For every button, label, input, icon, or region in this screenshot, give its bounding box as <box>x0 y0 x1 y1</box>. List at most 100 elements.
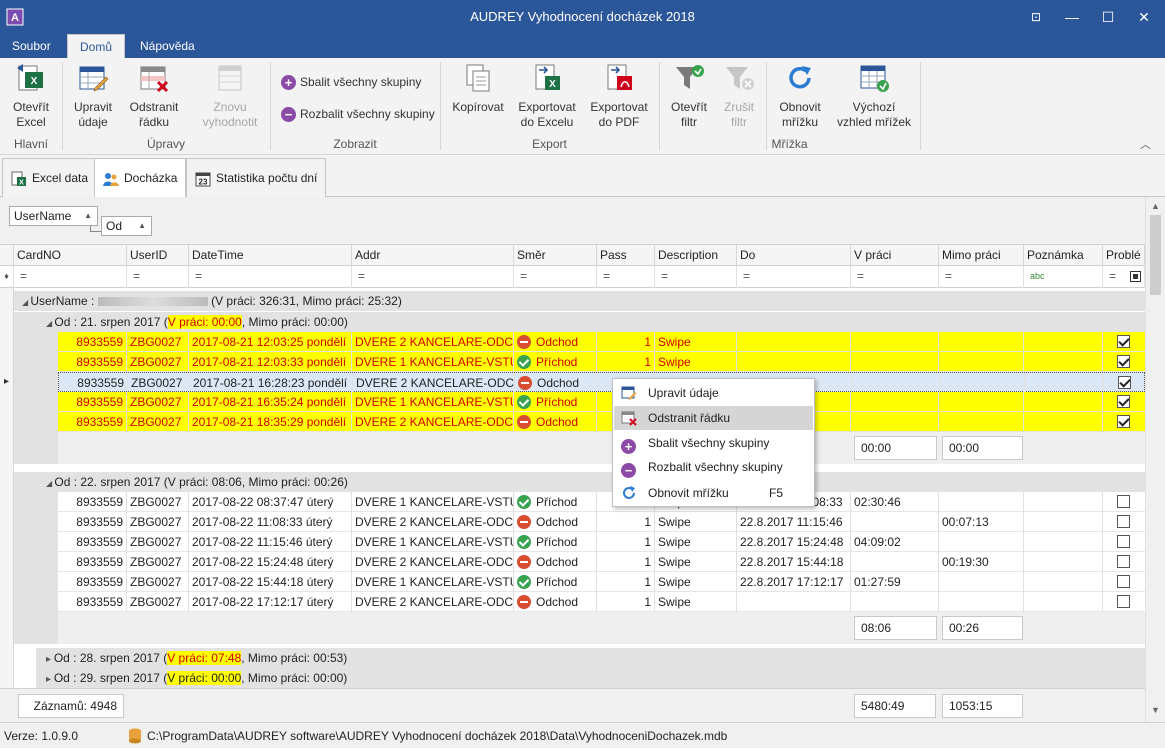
problem-checkbox[interactable] <box>1117 415 1130 428</box>
scroll-down-icon[interactable]: ▼ <box>1151 705 1160 715</box>
problem-checkbox[interactable] <box>1117 355 1130 368</box>
collapse-ribbon-button[interactable]: ︿ <box>1140 136 1151 152</box>
table-row[interactable]: 8933559 ZBG0027 2017-08-21 16:28:23 ponděl… <box>58 372 1145 393</box>
group-row-user[interactable]: ◢ UserName : (V práci: 326:31, Mimo prác… <box>14 291 1145 311</box>
group-row-day[interactable]: ◢ Od : 21. srpen 2017 (V práci: 00:00, M… <box>36 312 1145 332</box>
filter-cell[interactable]: = <box>1103 266 1145 288</box>
group-by-username[interactable]: UserName ▲ <box>9 206 98 226</box>
scroll-up-icon[interactable]: ▲ <box>1151 201 1160 211</box>
tab-statistika[interactable]: 23 Statistika počtu dní <box>186 158 327 197</box>
cell-dt: 2017-08-21 12:03:33 pondělí <box>189 352 352 372</box>
filter-cell[interactable]: = <box>939 266 1024 288</box>
ctx-expand-all[interactable]: − Rozbalit všechny skupiny <box>614 455 813 479</box>
problem-checkbox[interactable] <box>1117 595 1130 608</box>
problem-checkbox[interactable] <box>1118 376 1131 389</box>
expand-all-button[interactable]: − Rozbalit všechny skupiny <box>281 103 435 125</box>
tab-excel-data[interactable]: X Excel data <box>2 158 98 197</box>
cell-uid: ZBG0027 <box>127 392 189 412</box>
problem-checkbox[interactable] <box>1117 575 1130 588</box>
filter-cell[interactable]: = <box>352 266 514 288</box>
collapsed-arrow-icon[interactable]: ▸ <box>46 654 54 665</box>
column-header-cell[interactable]: DateTime <box>189 245 352 266</box>
table-row[interactable]: 8933559 ZBG0027 2017-08-22 15:44:18 úterý D… <box>58 572 1145 592</box>
total-mimo-praci: 1053:15 <box>942 694 1023 718</box>
filter-cell[interactable]: = <box>189 266 352 288</box>
version-label: Verze: 1.0.9.0 <box>4 729 79 743</box>
cell-addr: DVERE 2 KANCELARE-ODC... <box>352 512 514 532</box>
menu-bar: Soubor Domů Nápověda <box>0 34 1165 58</box>
problem-checkbox[interactable] <box>1117 335 1130 348</box>
table-row[interactable]: 8933559 ZBG0027 2017-08-22 11:08:33 úterý D… <box>58 512 1145 532</box>
filter-cell[interactable]: = <box>655 266 737 288</box>
column-header-cell[interactable]: Problé <box>1103 245 1145 266</box>
ctx-refresh-grid[interactable]: Obnovit mřížku F5 <box>614 481 813 505</box>
menu-soubor[interactable]: Soubor <box>2 34 61 58</box>
default-layout-button[interactable]: Výchozí vzhled mřížek <box>834 62 914 130</box>
table-row[interactable]: 8933559 ZBG0027 2017-08-22 15:24:48 úterý D… <box>58 552 1145 572</box>
filter-cell[interactable]: = <box>14 266 127 288</box>
close-button[interactable]: ✕ <box>1126 0 1162 34</box>
table-row[interactable]: 8933559 ZBG0027 2017-08-21 18:35:29 ponděl… <box>58 412 1145 432</box>
edit-data-button[interactable]: Upravit údaje <box>68 62 118 130</box>
tab-dochazka[interactable]: Docházka <box>94 158 187 198</box>
column-header-cell[interactable]: Do <box>737 245 851 266</box>
filter-cell[interactable]: = <box>127 266 189 288</box>
ctx-delete-row[interactable]: Odstranit řádku <box>614 406 813 430</box>
table-row[interactable]: 8933559 ZBG0027 2017-08-22 17:12:17 úterý D… <box>58 592 1145 612</box>
column-header-cell[interactable]: Mimo práci <box>939 245 1024 266</box>
group-row-day-collapsed[interactable]: ▸ Od : 28. srpen 2017 (V práci: 07:48, M… <box>36 648 1145 668</box>
collapse-all-button[interactable]: + Sbalit všechny skupiny <box>281 71 421 93</box>
scroll-thumb[interactable] <box>1150 215 1161 295</box>
column-header-cell[interactable]: CardNO <box>14 245 127 266</box>
filter-cell[interactable]: = <box>597 266 655 288</box>
column-header-cell[interactable]: Description <box>655 245 737 266</box>
work-time-highlight: V práci: 07:48 <box>167 651 242 665</box>
table-row[interactable]: 8933559 ZBG0027 2017-08-21 12:03:33 ponděl… <box>58 352 1145 372</box>
vertical-scrollbar[interactable]: ▲ ▼ <box>1145 197 1165 722</box>
collapsed-arrow-icon[interactable]: ▸ <box>46 674 54 685</box>
column-header-cell[interactable]: Addr <box>352 245 514 266</box>
column-header-cell[interactable]: Pass <box>597 245 655 266</box>
delete-row-button[interactable]: Odstranit řádku <box>125 62 183 130</box>
open-excel-button[interactable]: X Otevřít Excel <box>6 62 56 130</box>
problem-checkbox[interactable] <box>1117 495 1130 508</box>
ribbon-display-button[interactable]: ⊡ <box>1018 0 1054 34</box>
table-row[interactable]: 8933559 ZBG0027 2017-08-22 08:37:47 úterý D… <box>58 492 1145 512</box>
filter-cell[interactable]: abc <box>1024 266 1103 288</box>
group-row-day[interactable]: ◢ Od : 22. srpen 2017 (V práci: 08:06, M… <box>36 472 1145 492</box>
re-evaluate-button[interactable]: Znovu vyhodnotit <box>198 62 262 130</box>
problem-checkbox[interactable] <box>1117 555 1130 568</box>
problem-checkbox[interactable] <box>1117 535 1130 548</box>
filter-checkbox[interactable] <box>1130 271 1142 283</box>
table-row[interactable]: 8933559 ZBG0027 2017-08-21 16:35:24 ponděl… <box>58 392 1145 412</box>
refresh-grid-button[interactable]: Obnovit mřížku <box>774 62 826 130</box>
cell-desc: Swipe <box>655 572 737 592</box>
column-header-cell[interactable]: Poznámka <box>1024 245 1103 266</box>
export-pdf-button[interactable]: Exportovat do PDF <box>587 62 651 130</box>
clear-filter-button[interactable]: Zrušit filtr <box>716 62 762 130</box>
export-excel-button[interactable]: X Exportovat do Excelu <box>515 62 579 130</box>
cell-poznamka <box>1024 572 1103 592</box>
table-row[interactable]: 8933559 ZBG0027 2017-08-22 11:15:46 úterý D… <box>58 532 1145 552</box>
maximize-button[interactable]: ☐ <box>1090 0 1126 34</box>
cell-poznamka <box>1024 552 1103 572</box>
group-row-day-collapsed[interactable]: ▸ Od : 29. srpen 2017 (V práci: 00:00, M… <box>36 668 1145 688</box>
problem-checkbox[interactable] <box>1117 515 1130 528</box>
filter-cell[interactable]: = <box>514 266 597 288</box>
group-by-od[interactable]: Od ▲ <box>101 216 152 236</box>
column-header-cell[interactable]: Směr <box>514 245 597 266</box>
column-header-cell[interactable]: V práci <box>851 245 939 266</box>
open-filter-button[interactable]: Otevřít filtr <box>664 62 714 130</box>
minimize-button[interactable]: — <box>1054 0 1090 34</box>
menu-napoveda[interactable]: Nápověda <box>130 34 205 58</box>
ctx-collapse-all[interactable]: + Sbalit všechny skupiny <box>614 431 813 455</box>
column-header-cell[interactable]: UserID <box>127 245 189 266</box>
menu-domu[interactable]: Domů <box>67 34 125 58</box>
cell-addr: DVERE 2 KANCELARE-ODC... <box>353 373 515 393</box>
problem-checkbox[interactable] <box>1117 395 1130 408</box>
filter-cell[interactable]: = <box>851 266 939 288</box>
copy-button[interactable]: Kopírovat <box>449 62 507 115</box>
ctx-edit-data[interactable]: Upravit údaje <box>614 381 813 405</box>
table-row[interactable]: 8933559 ZBG0027 2017-08-21 12:03:25 ponděl… <box>58 332 1145 352</box>
filter-cell[interactable]: = <box>737 266 851 288</box>
